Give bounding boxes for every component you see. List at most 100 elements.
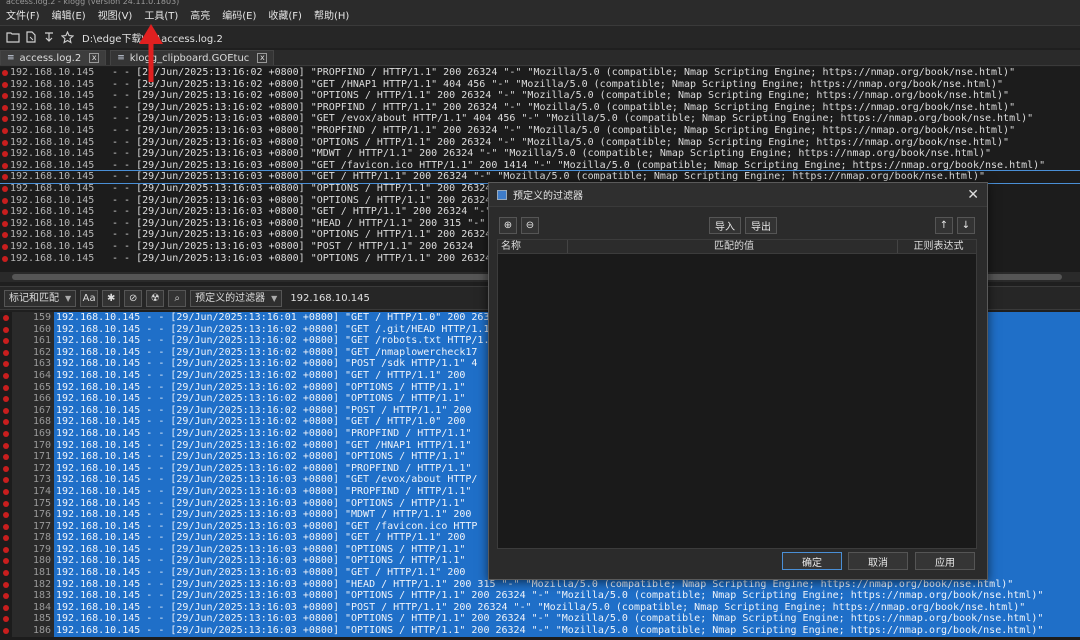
line-marker[interactable] xyxy=(0,590,12,602)
star-icon[interactable] xyxy=(58,28,76,46)
line-marker[interactable] xyxy=(0,346,12,359)
line-marker[interactable] xyxy=(0,369,12,382)
line-marker[interactable] xyxy=(0,102,10,114)
reload-icon[interactable] xyxy=(22,28,40,46)
filter-result-line[interactable]: 183 192.168.10.145 - - [29/Jun/2025:13:16… xyxy=(0,590,1080,602)
mark-dot-icon xyxy=(3,326,9,333)
search-input[interactable]: 192.168.10.145 xyxy=(290,293,370,304)
line-marker[interactable] xyxy=(0,462,12,475)
line-marker[interactable] xyxy=(0,509,12,521)
filter-result-line[interactable]: 185 192.168.10.145 - - [29/Jun/2025:13:16… xyxy=(0,613,1080,626)
log-line[interactable]: 192.168.10.145 - - [29/Jun/2025:13:16:03… xyxy=(0,125,1080,137)
line-marker[interactable] xyxy=(0,335,12,347)
line-marker[interactable] xyxy=(0,171,10,183)
log-line[interactable]: 192.168.10.145 - - [29/Jun/2025:13:16:02… xyxy=(0,102,1080,114)
cancel-button[interactable]: 取消 xyxy=(848,552,908,570)
menu-help[interactable]: 帮助(H) xyxy=(308,8,355,26)
line-marker[interactable] xyxy=(0,218,10,230)
line-marker[interactable] xyxy=(0,416,12,428)
import-button[interactable]: 导入 xyxy=(709,217,741,234)
line-marker[interactable] xyxy=(0,125,10,137)
log-ip: 192.168.10.145 xyxy=(10,113,95,125)
line-marker[interactable] xyxy=(0,323,12,336)
line-marker[interactable] xyxy=(0,578,12,591)
filter-result-line[interactable]: 186 192.168.10.145 - - [29/Jun/2025:13:16… xyxy=(0,625,1080,637)
regex-icon[interactable]: ✱ xyxy=(102,289,121,307)
menu-encoding[interactable]: 编码(E) xyxy=(216,8,262,26)
line-marker[interactable] xyxy=(0,625,12,637)
line-marker[interactable] xyxy=(0,241,10,253)
menu-edit[interactable]: 编辑(E) xyxy=(46,8,92,26)
line-marker[interactable] xyxy=(0,613,12,626)
line-marker[interactable] xyxy=(0,567,12,579)
line-marker[interactable] xyxy=(0,427,12,440)
line-marker[interactable] xyxy=(0,229,10,241)
ok-button[interactable]: 确定 xyxy=(782,552,842,570)
apply-button[interactable]: 应用 xyxy=(915,552,975,570)
highlight-icon[interactable]: ☢ xyxy=(146,289,165,307)
line-marker[interactable] xyxy=(0,253,10,265)
line-marker[interactable] xyxy=(0,148,10,160)
line-number: 180 xyxy=(12,555,54,568)
line-marker[interactable] xyxy=(0,160,10,172)
filters-table[interactable]: 名称 匹配的值 正则表达式 xyxy=(497,239,977,549)
line-marker[interactable] xyxy=(0,113,10,125)
menu-view[interactable]: 视图(V) xyxy=(92,8,139,26)
chevron-down-icon: ▼ xyxy=(65,293,72,303)
log-line[interactable]: 192.168.10.145 - - [29/Jun/2025:13:16:03… xyxy=(0,113,1080,125)
close-tab-icon[interactable]: x xyxy=(257,53,268,63)
line-marker[interactable] xyxy=(0,543,12,556)
line-marker[interactable] xyxy=(0,485,12,498)
remove-filter-button[interactable]: ⊖ xyxy=(521,217,539,234)
move-up-button[interactable]: ↑ xyxy=(935,217,953,234)
filter-result-line[interactable]: 184 192.168.10.145 - - [29/Jun/2025:13:16… xyxy=(0,601,1080,614)
line-marker[interactable] xyxy=(0,555,12,568)
line-marker[interactable] xyxy=(0,393,12,405)
line-marker[interactable] xyxy=(0,439,12,452)
line-number: 184 xyxy=(12,601,54,614)
menu-file[interactable]: 文件(F) xyxy=(0,8,46,26)
column-name[interactable]: 名称 xyxy=(498,240,568,253)
line-marker[interactable] xyxy=(0,532,12,544)
line-marker[interactable] xyxy=(0,381,12,394)
close-tab-icon[interactable]: x xyxy=(89,53,100,63)
line-marker[interactable] xyxy=(0,497,12,510)
match-case-button[interactable]: Aa xyxy=(80,289,99,307)
add-filter-button[interactable]: ⊕ xyxy=(499,217,517,234)
predefined-filter-select[interactable]: 预定义的过滤器 ▼ xyxy=(190,289,283,307)
tab-clipboard[interactable]: ≡ klogg_clipboard.GOEtuc x xyxy=(110,50,275,65)
line-marker[interactable] xyxy=(0,474,12,486)
open-folder-icon[interactable] xyxy=(4,28,22,46)
move-down-button[interactable]: ↓ xyxy=(957,217,975,234)
close-icon[interactable]: ✕ xyxy=(967,187,979,203)
line-marker[interactable] xyxy=(0,195,10,207)
filter-result-line[interactable]: 182 192.168.10.145 - - [29/Jun/2025:13:16… xyxy=(0,578,1080,591)
column-match-value[interactable]: 匹配的值 xyxy=(568,240,898,253)
log-line[interactable]: 192.168.10.145 - - [29/Jun/2025:13:16:03… xyxy=(0,148,1080,160)
line-marker[interactable] xyxy=(0,90,10,102)
line-marker[interactable] xyxy=(0,601,12,614)
dialog-toolbar: ⊕ ⊖ 导入 导出 ↑ ↓ xyxy=(497,217,977,235)
log-line[interactable]: 192.168.10.145 - - [29/Jun/2025:13:16:03… xyxy=(0,160,1080,172)
export-button[interactable]: 导出 xyxy=(745,217,777,234)
clear-icon[interactable]: ⊘ xyxy=(124,289,143,307)
line-marker[interactable] xyxy=(0,206,10,218)
line-marker[interactable] xyxy=(0,183,10,195)
tab-access-log[interactable]: ≡ access.log.2 x xyxy=(0,50,107,65)
log-line[interactable]: 192.168.10.145 - - [29/Jun/2025:13:16:02… xyxy=(0,90,1080,102)
follow-icon[interactable] xyxy=(40,28,58,46)
log-line[interactable]: 192.168.10.145 - - [29/Jun/2025:13:16:03… xyxy=(0,137,1080,149)
line-marker[interactable] xyxy=(0,520,12,533)
menu-highlight[interactable]: 高亮 xyxy=(184,8,216,26)
menu-favorites[interactable]: 收藏(F) xyxy=(262,8,308,26)
line-marker[interactable] xyxy=(0,358,12,370)
line-marker[interactable] xyxy=(0,137,10,149)
line-marker[interactable] xyxy=(0,312,12,324)
column-regex[interactable]: 正则表达式 xyxy=(898,240,976,253)
line-marker[interactable] xyxy=(0,451,12,463)
line-marker[interactable] xyxy=(0,79,10,91)
line-marker[interactable] xyxy=(0,404,12,417)
filter-mode-select[interactable]: 标记和匹配 ▼ xyxy=(4,289,77,307)
line-marker[interactable] xyxy=(0,67,10,79)
search-icon[interactable]: ⌕ xyxy=(168,289,187,307)
